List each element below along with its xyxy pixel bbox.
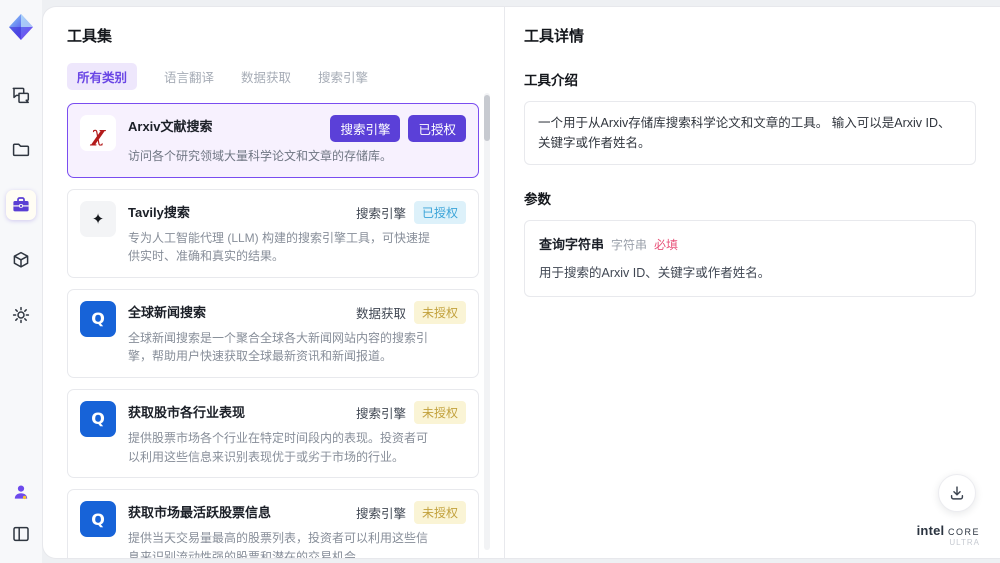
tab-all-categories[interactable]: 所有类别 bbox=[67, 63, 138, 90]
tab-language-translation[interactable]: 语言翻译 bbox=[164, 67, 214, 86]
page-title: 工具集 bbox=[67, 28, 113, 45]
category-label: 数据获取 bbox=[355, 306, 406, 321]
tool-list-pane: 工具集 所有类别 语言翻译 数据获取 搜索引擎 χ Arxiv文献搜索 搜索引擎… bbox=[43, 7, 504, 558]
sidebar-item-settings[interactable] bbox=[6, 300, 36, 330]
tool-card-list: χ Arxiv文献搜索 搜索引擎 已授权 访问各个研究领域大量科学论文和文章的存… bbox=[67, 103, 479, 558]
category-badge[interactable]: 搜索引擎 bbox=[330, 115, 401, 142]
param-card: 查询字符串 字符串 必填 用于搜索的Arxiv ID、关键字或作者姓名。 bbox=[524, 220, 976, 297]
category-label: 搜索引擎 bbox=[355, 206, 406, 221]
sidebar-item-tools[interactable] bbox=[6, 190, 36, 220]
params-section-title: 参数 bbox=[524, 192, 551, 207]
auth-badge: 已授权 bbox=[413, 200, 466, 224]
toggle-panel-button[interactable] bbox=[6, 519, 36, 549]
brand-core: core bbox=[947, 522, 980, 538]
stock-search-icon: Q bbox=[80, 400, 116, 437]
tool-title: 全球新闻搜索 bbox=[128, 304, 207, 320]
sidebar-item-chat[interactable] bbox=[6, 80, 36, 110]
app-logo[interactable] bbox=[6, 12, 36, 42]
tool-description: 提供当天交易量最高的股票列表，投资者可以利用这些信息来识别流动性强的股票和潜在的… bbox=[128, 531, 429, 558]
tool-card-active-stocks[interactable]: Q 获取市场最活跃股票信息 搜索引擎 未授权 提供当天交易量最高的股票列表，投资… bbox=[67, 489, 479, 558]
main-content: 工具集 所有类别 语言翻译 数据获取 搜索引擎 χ Arxiv文献搜索 搜索引擎… bbox=[42, 6, 1000, 559]
news-search-icon: Q bbox=[80, 300, 116, 337]
tool-detail-pane: 工具详情 工具介绍 一个用于从Arxiv存储库搜索科学论文和文章的工具。 输入可… bbox=[504, 7, 1000, 558]
brand-tier: ULTRA bbox=[949, 538, 980, 548]
tool-card-tavily[interactable]: ✦ Tavily搜索 搜索引擎 已授权 专为人工智能代理 (LLM) 构建的搜索… bbox=[67, 188, 479, 278]
rail-nav bbox=[6, 80, 36, 330]
param-description: 用于搜索的Arxiv ID、关键字或作者姓名。 bbox=[539, 266, 771, 280]
sidebar-item-files[interactable] bbox=[6, 135, 36, 165]
auth-badge: 未授权 bbox=[413, 300, 466, 324]
tool-title: 获取股市各行业表现 bbox=[128, 404, 246, 420]
arxiv-icon: χ bbox=[80, 115, 116, 151]
tool-title: Tavily搜索 bbox=[128, 204, 190, 220]
chat-icon bbox=[12, 87, 30, 104]
user-avatar[interactable] bbox=[6, 477, 36, 507]
tool-description: 访问各个研究领域大量科学论文和文章的存储库。 bbox=[128, 149, 393, 163]
intro-section-title: 工具介绍 bbox=[524, 73, 578, 88]
detail-title: 工具详情 bbox=[524, 28, 585, 45]
scrollbar-thumb[interactable] bbox=[484, 95, 490, 141]
intro-text-box: 一个用于从Arxiv存储库搜索科学论文和文章的工具。 输入可以是Arxiv ID… bbox=[524, 101, 976, 165]
param-name: 查询字符串 bbox=[539, 237, 605, 252]
toolbox-icon bbox=[13, 197, 29, 212]
app-rail bbox=[0, 0, 42, 563]
tab-data-fetch[interactable]: 数据获取 bbox=[241, 67, 291, 86]
auth-badge: 未授权 bbox=[413, 400, 466, 424]
gear-icon bbox=[12, 306, 30, 324]
tool-title: 获取市场最活跃股票信息 bbox=[128, 505, 272, 521]
auth-badge: 未授权 bbox=[413, 501, 466, 525]
param-type: 字符串 bbox=[611, 238, 648, 252]
tool-card-global-news[interactable]: Q 全球新闻搜索 数据获取 未授权 全球新闻搜索是一个聚合全球各大新闻网站内容的… bbox=[67, 288, 479, 378]
tool-title: Arxiv文献搜索 bbox=[128, 119, 213, 134]
intel-core-logo: intel core ULTRA bbox=[916, 522, 980, 548]
download-button[interactable] bbox=[938, 474, 976, 512]
category-tabs: 所有类别 语言翻译 数据获取 搜索引擎 bbox=[67, 63, 504, 90]
tavily-icon: ✦ bbox=[80, 200, 116, 237]
sidebar-item-models[interactable] bbox=[6, 245, 36, 275]
param-required-badge: 必填 bbox=[654, 238, 679, 252]
download-icon bbox=[950, 486, 964, 500]
tool-card-arxiv[interactable]: χ Arxiv文献搜索 搜索引擎 已授权 访问各个研究领域大量科学论文和文章的存… bbox=[67, 103, 479, 178]
cube-icon bbox=[13, 251, 29, 268]
tool-description: 专为人工智能代理 (LLM) 构建的搜索引擎工具，可快速提供实时、准确和真实的结… bbox=[128, 230, 431, 264]
layout-panel-icon bbox=[13, 526, 29, 542]
list-scrollbar[interactable] bbox=[484, 93, 490, 550]
folder-icon bbox=[12, 143, 30, 157]
tool-card-industry-performance[interactable]: Q 获取股市各行业表现 搜索引擎 未授权 提供股票市场各个行业在特定时间段内的表… bbox=[67, 388, 479, 479]
category-label: 搜索引擎 bbox=[355, 507, 406, 522]
stock-search-icon: Q bbox=[80, 501, 116, 538]
rail-bottom bbox=[6, 477, 36, 549]
auth-badge[interactable]: 已授权 bbox=[408, 115, 466, 142]
category-label: 搜索引擎 bbox=[355, 406, 406, 421]
user-icon bbox=[14, 485, 28, 500]
tab-search-engine[interactable]: 搜索引擎 bbox=[318, 67, 368, 86]
tool-description: 全球新闻搜索是一个聚合全球各大新闻网站内容的搜索引擎，帮助用户快速获取全球最新资… bbox=[128, 330, 429, 364]
tool-description: 提供股票市场各个行业在特定时间段内的表现。投资者可以利用这些信息来识别表现优于或… bbox=[128, 430, 429, 464]
diamond-logo-icon bbox=[9, 14, 33, 40]
brand-intel: intel bbox=[916, 522, 945, 538]
